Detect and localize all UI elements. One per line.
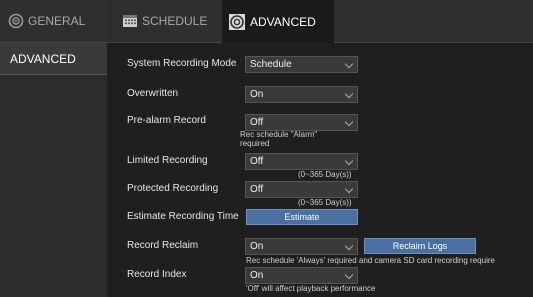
- reclaim-logs-button[interactable]: Reclaim Logs: [364, 238, 476, 254]
- pre-alarm-record-select[interactable]: Off: [245, 114, 358, 131]
- limited-recording-range: (0~365 Day(s)): [298, 170, 352, 179]
- pre-alarm-note-line1: Rec schedule "Alarm": [240, 130, 318, 139]
- system-recording-mode-label: System Recording Mode: [127, 58, 237, 69]
- pre-alarm-record-label: Pre-alarm Record: [127, 115, 206, 126]
- chevron-down-icon: [344, 59, 354, 69]
- chevron-down-icon: [344, 184, 354, 194]
- limited-recording-label: Limited Recording: [127, 155, 208, 166]
- tab-divider: [110, 0, 111, 42]
- record-reclaim-label: Record Reclaim: [127, 240, 199, 251]
- pre-alarm-record-value: Off: [250, 117, 264, 128]
- pre-alarm-note-line2: required: [240, 139, 270, 148]
- chevron-down-icon: [344, 117, 354, 127]
- limited-recording-value: Off: [250, 156, 264, 167]
- tab-advanced-label: ADVANCED: [250, 14, 316, 29]
- record-reclaim-select[interactable]: On: [245, 238, 358, 255]
- protected-recording-value: Off: [250, 184, 264, 195]
- system-recording-mode-value: Schedule: [250, 59, 292, 70]
- record-reclaim-note: Rec schedule 'Always' required and camer…: [246, 256, 495, 265]
- tab-advanced[interactable]: ADVANCED: [222, 0, 334, 43]
- tab-general-label: GENERAL: [28, 14, 86, 28]
- record-index-label: Record Index: [127, 269, 187, 280]
- calendar-icon: [122, 13, 138, 29]
- limited-recording-select[interactable]: Off: [245, 153, 358, 170]
- sidebar-item-advanced[interactable]: ADVANCED: [0, 43, 107, 75]
- chevron-down-icon: [344, 270, 354, 280]
- gear-icon: [8, 13, 24, 29]
- tab-general[interactable]: GENERAL: [8, 0, 108, 42]
- chevron-down-icon: [344, 89, 354, 99]
- record-index-value: On: [250, 270, 264, 281]
- record-reclaim-value: On: [250, 241, 264, 252]
- protected-recording-label: Protected Recording: [127, 183, 219, 194]
- overwritten-value: On: [250, 89, 264, 100]
- advanced-settings-panel: System Recording Mode Schedule Overwritt…: [107, 43, 533, 297]
- chevron-down-icon: [344, 241, 354, 251]
- estimate-button[interactable]: Estimate: [246, 209, 358, 225]
- protected-recording-select[interactable]: Off: [245, 181, 358, 198]
- top-tab-bar: GENERAL SCHEDULE ADVANCED: [0, 0, 533, 43]
- chevron-down-icon: [344, 156, 354, 166]
- tab-schedule-label: SCHEDULE: [142, 14, 208, 28]
- protected-recording-range: (0~365 Day(s)): [298, 198, 352, 207]
- tab-schedule[interactable]: SCHEDULE: [122, 0, 222, 42]
- system-recording-mode-select[interactable]: Schedule: [245, 56, 358, 73]
- sidebar-item-label: ADVANCED: [10, 51, 76, 66]
- record-index-note: 'Off' will affect playback performance: [246, 284, 376, 293]
- overwritten-select[interactable]: On: [245, 86, 358, 103]
- overwritten-label: Overwritten: [127, 88, 179, 99]
- sidebar: ADVANCED: [0, 43, 107, 297]
- advanced-gear-icon: [228, 13, 246, 31]
- record-index-select[interactable]: On: [245, 267, 358, 284]
- estimate-recording-time-label: Estimate Recording Time: [127, 211, 239, 222]
